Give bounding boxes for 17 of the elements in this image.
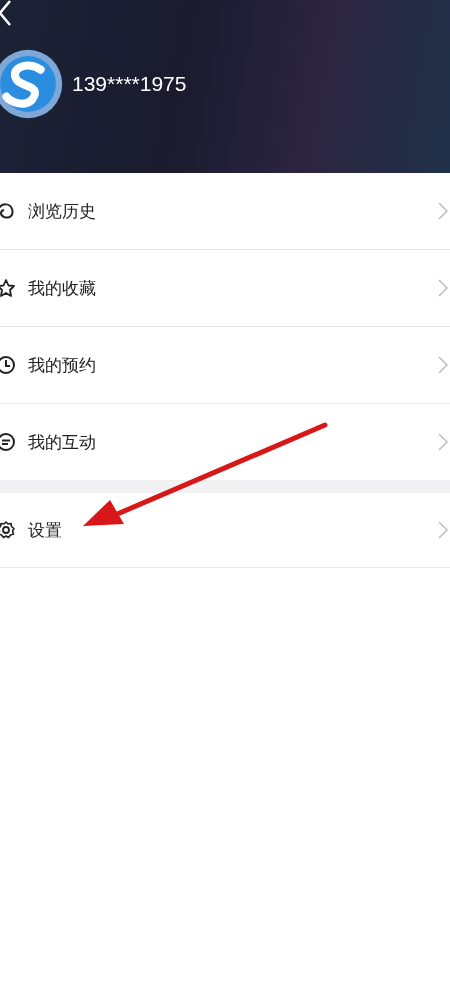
chevron-icon bbox=[438, 279, 448, 297]
chevron-icon bbox=[438, 521, 448, 539]
chevron-icon bbox=[438, 202, 448, 220]
back-icon[interactable] bbox=[0, 0, 12, 26]
username: 139****1975 bbox=[72, 72, 187, 96]
menu-item[interactable]: 我的收藏 bbox=[0, 250, 450, 327]
clock-icon bbox=[0, 355, 16, 375]
avatar-icon[interactable] bbox=[0, 48, 64, 120]
star-icon bbox=[0, 278, 16, 298]
menu-item[interactable]: 我的互动 bbox=[0, 404, 450, 480]
history-icon bbox=[0, 201, 16, 221]
chevron-icon bbox=[438, 356, 448, 374]
chevron-icon bbox=[438, 433, 448, 451]
chat-icon bbox=[0, 432, 16, 452]
settings-icon bbox=[0, 520, 16, 540]
menu-item[interactable]: 我的预约 bbox=[0, 327, 450, 404]
menu-item[interactable]: 浏览历史 bbox=[0, 173, 450, 250]
